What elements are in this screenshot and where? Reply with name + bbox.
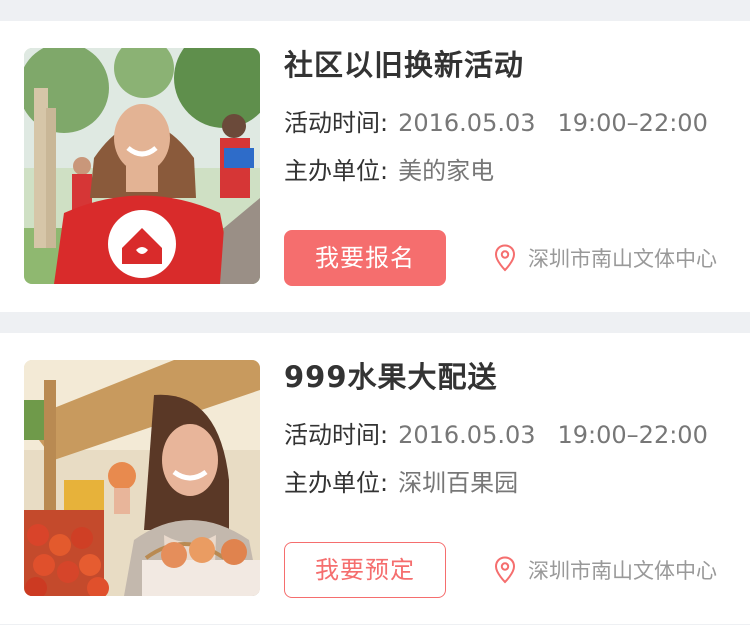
event-time-row: 活动时间: 2016.05.03 19:00–22:00 (284, 419, 708, 451)
event-organizer-row: 主办单位: 深圳百果园 (284, 467, 518, 499)
event-location[interactable]: 深圳市南山文体中心 (494, 242, 717, 274)
event-title: 社区以旧换新活动 (284, 48, 525, 82)
organizer-label: 主办单位: (284, 469, 389, 497)
register-button[interactable]: 我要报名 (284, 230, 446, 286)
event-date: 2016.05.03 (398, 109, 536, 137)
map-pin-icon (494, 244, 516, 272)
organizer-name: 美的家电 (398, 157, 495, 185)
organizer-name: 深圳百果园 (398, 469, 519, 497)
top-spacer (0, 0, 750, 21)
event-photo (24, 360, 260, 596)
reserve-button[interactable]: 我要预定 (284, 542, 446, 598)
location-text: 深圳市南山文体中心 (528, 247, 717, 271)
event-location[interactable]: 深圳市南山文体中心 (494, 554, 717, 586)
location-text: 深圳市南山文体中心 (528, 559, 717, 583)
time-label: 活动时间: (284, 421, 389, 449)
fruit-vendor-photo (24, 360, 260, 596)
event-time: 19:00–22:00 (557, 109, 708, 137)
time-label: 活动时间: (284, 109, 389, 137)
event-date: 2016.05.03 (398, 421, 536, 449)
card-divider (0, 312, 750, 333)
event-time: 19:00–22:00 (557, 421, 708, 449)
event-photo (24, 48, 260, 284)
event-title: 999水果大配送 (284, 360, 498, 394)
volunteer-photo (24, 48, 260, 284)
event-organizer-row: 主办单位: 美的家电 (284, 155, 494, 187)
event-card[interactable]: 社区以旧换新活动 活动时间: 2016.05.03 19:00–22:00 主办单位… (0, 21, 750, 312)
event-time-row: 活动时间: 2016.05.03 19:00–22:00 (284, 107, 708, 139)
map-pin-icon (494, 556, 516, 584)
event-card[interactable]: 999水果大配送 活动时间: 2016.05.03 19:00–22:00 主办单位… (0, 333, 750, 624)
organizer-label: 主办单位: (284, 157, 389, 185)
